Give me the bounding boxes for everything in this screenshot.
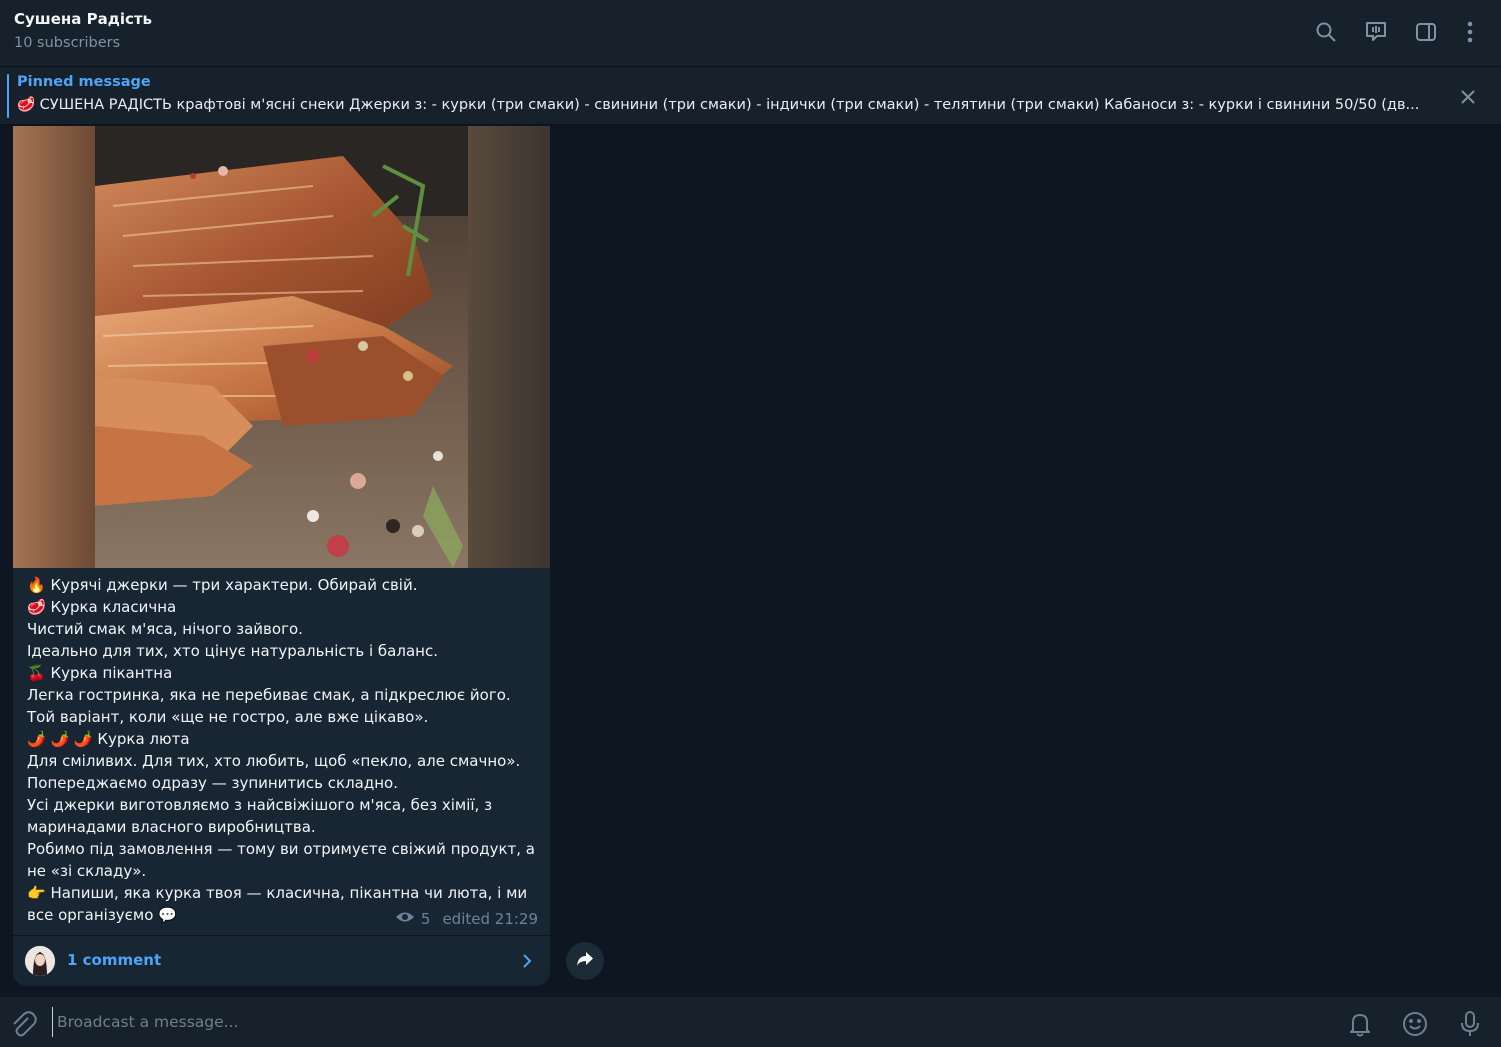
pinned-text: 🥩 СУШЕНА РАДІСТЬ крафтові м'ясні снеки Д… [17,97,1420,113]
share-button[interactable] [566,942,604,980]
post-line: 🥩 Курка класична [27,598,177,616]
post-line: Той варіант, коли «ще не гостро, але вже… [27,708,429,726]
post-line: Ідеально для тих, хто цінує натуральніст… [27,642,438,660]
post-text: 🔥 Курячі джерки — три характери. Обирай … [27,574,537,926]
bell-icon[interactable] [1345,1009,1375,1039]
pinned-indicator [7,74,9,118]
post-line: Для сміливих. Для тих, хто любить, щоб «… [27,752,521,770]
microphone-icon[interactable] [1455,1009,1485,1039]
message-composer [0,997,1501,1047]
sidebar-toggle-icon[interactable] [1412,18,1440,46]
post-line: Попереджаємо одразу — зупинитись складно… [27,774,398,792]
search-icon[interactable] [1312,18,1340,46]
subscriber-count: 10 subscribers [14,35,121,51]
post-line: 🌶️ 🌶️ 🌶️ Курка люта [27,730,190,748]
post-line: Робимо під замовлення — тому ви отримуєт… [27,840,540,880]
pinned-title: Pinned message [17,74,151,90]
chevron-right-icon[interactable] [517,949,537,973]
close-icon[interactable] [1455,84,1481,110]
channel-title[interactable]: Сушена Радість [14,10,152,28]
emoji-icon[interactable] [1400,1009,1430,1039]
live-chat-icon[interactable] [1362,18,1390,46]
forward-icon [576,951,594,971]
post-photo[interactable] [13,126,550,568]
edited-time: edited 21:29 [442,910,538,928]
comments-button[interactable]: 1 comment [13,936,550,986]
pinned-message-bar[interactable]: Pinned message 🥩 СУШЕНА РАДІСТЬ крафтові… [0,67,1501,125]
post-line: 🔥 Курячі джерки — три характери. Обирай … [27,576,418,594]
chat-header: Сушена Радість 10 subscribers [0,0,1501,67]
comment-count[interactable]: 1 comment [67,951,161,969]
post-line: 🍒 Курка пікантна [27,664,173,682]
eye-icon [395,910,415,928]
post-line: Усі джерки виготовляємо з найсвіжішого м… [27,796,497,836]
paperclip-icon[interactable] [8,1009,38,1039]
more-vertical-icon[interactable] [1456,18,1484,46]
post-line: Легка гостринка, яка не перебиває смак, … [27,686,511,704]
post-meta: 5 edited 21:29 [395,910,538,928]
post-line: Чистий смак м'яса, нічого зайвого. [27,620,303,638]
channel-post: 🔥 Курячі джерки — три характери. Обирай … [13,126,550,986]
view-count: 5 [420,910,431,928]
avatar [25,946,55,976]
message-input[interactable] [52,1007,1322,1037]
